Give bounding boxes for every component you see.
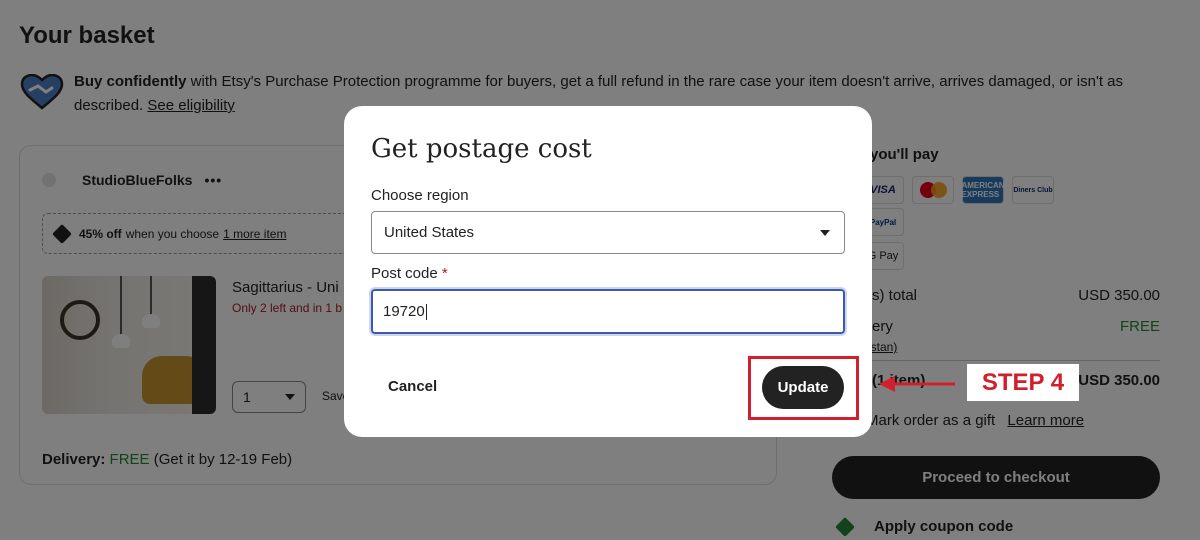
postcode-label: Post code * [371,265,448,282]
update-highlight-box [748,356,859,420]
postcode-input[interactable]: 19720 [371,289,845,334]
region-select[interactable]: United States [371,211,845,254]
text-cursor [425,303,427,320]
region-label: Choose region [371,187,469,204]
region-value: United States [384,224,475,241]
cancel-button[interactable]: Cancel [388,378,437,395]
arrow-left-icon [879,376,955,392]
step-label: STEP 4 [967,364,1079,401]
required-asterisk: * [441,265,448,282]
chevron-down-icon [820,230,830,236]
dialog-title: Get postage cost [371,134,592,164]
postcode-value: 19720 [383,303,425,320]
postcode-label-text: Post code [371,265,438,282]
